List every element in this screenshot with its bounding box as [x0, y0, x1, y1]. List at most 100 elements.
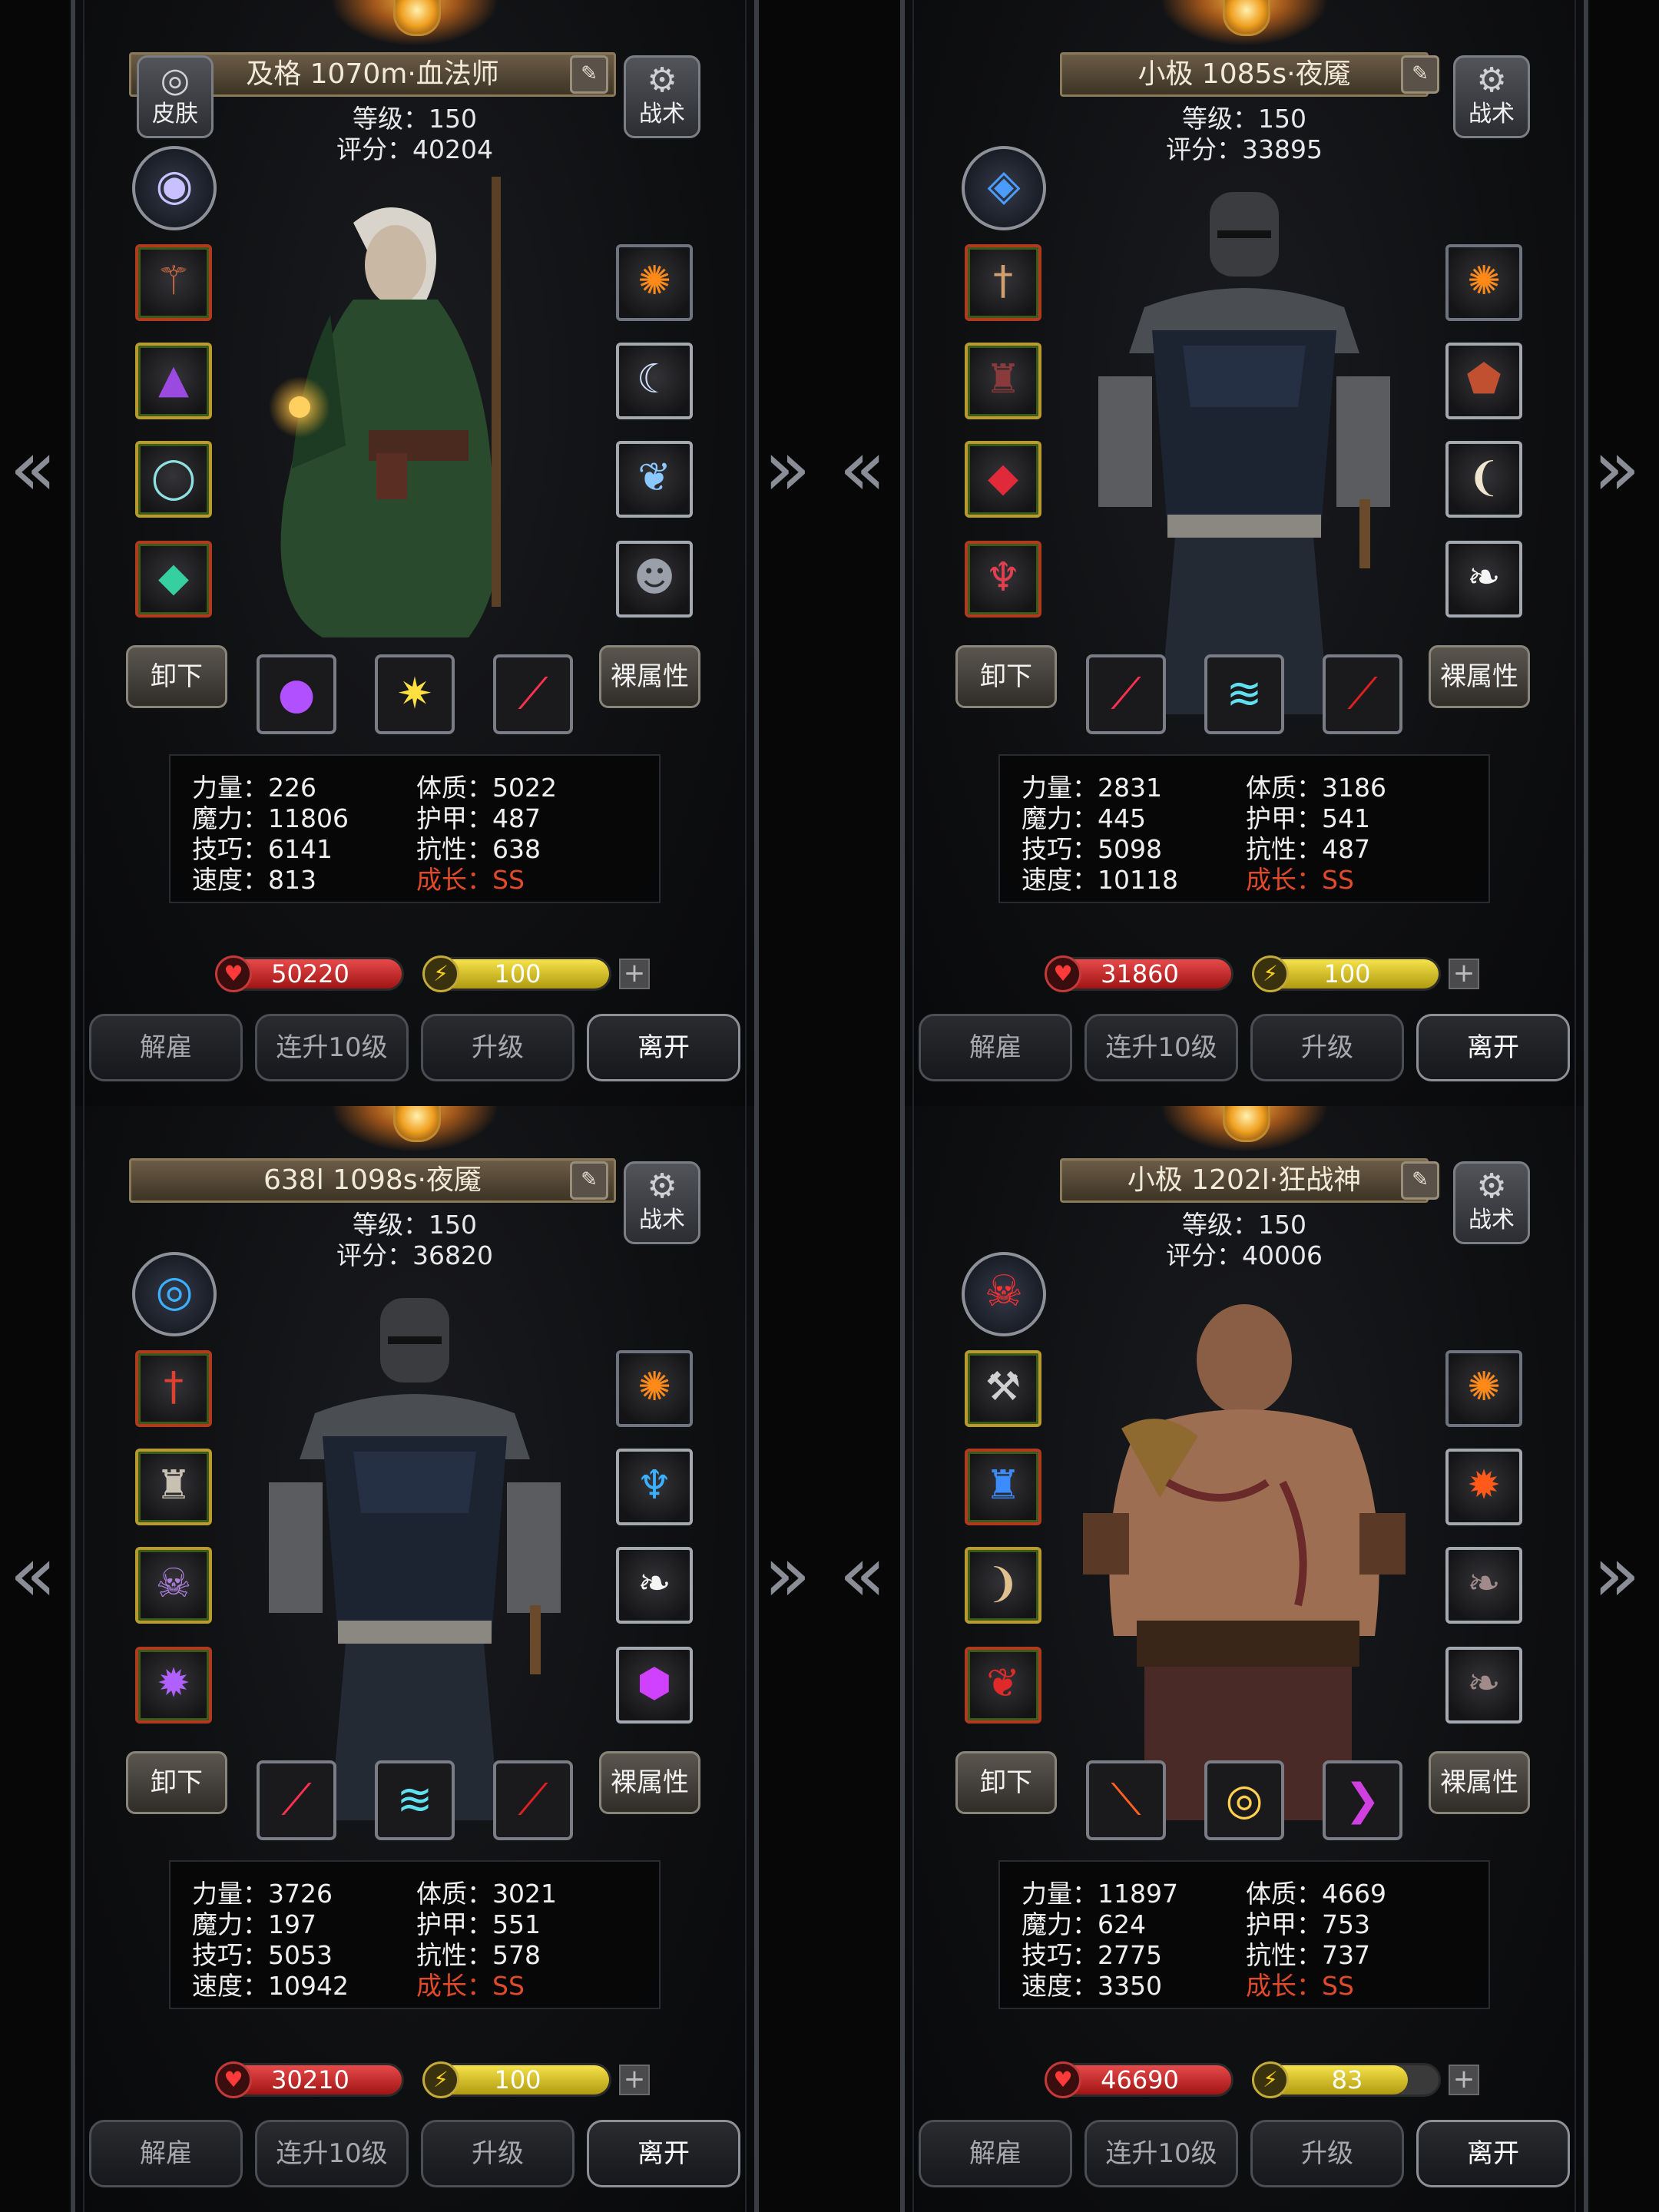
leave-button[interactable]: 离开: [587, 2120, 740, 2187]
upgrade-10-button[interactable]: 连升10级: [255, 1014, 409, 1081]
unload-button[interactable]: 卸下: [126, 1751, 227, 1814]
equip-slot-right-1[interactable]: ✺: [1445, 1350, 1522, 1427]
dismiss-button[interactable]: 解雇: [919, 2120, 1072, 2187]
blue-eye-icon[interactable]: ◈: [962, 146, 1046, 230]
rename-pencil-icon[interactable]: ✎: [570, 1161, 608, 1200]
skill-slot-2[interactable]: ≋: [375, 1760, 455, 1840]
equip-slot-left-2[interactable]: ♜: [965, 1449, 1041, 1525]
unload-button[interactable]: 卸下: [126, 645, 227, 708]
equip-slot-right-3[interactable]: ❧: [616, 1547, 693, 1624]
prev-hero-arrow-icon[interactable]: «: [836, 430, 889, 507]
tactics-button[interactable]: ⚙ 战术: [1453, 55, 1530, 138]
equip-slot-left-4[interactable]: ◆: [135, 541, 212, 618]
naked-attributes-button[interactable]: 裸属性: [599, 1751, 700, 1814]
skill-slot-1[interactable]: ⟋: [1086, 654, 1166, 734]
equip-slot-left-3[interactable]: ☠: [135, 1547, 212, 1624]
skill-slot-3[interactable]: ❯: [1323, 1760, 1402, 1840]
tactics-button[interactable]: ⚙ 战术: [624, 1161, 700, 1244]
equip-slot-left-4[interactable]: ❦: [965, 1647, 1041, 1724]
equip-slot-left-3[interactable]: ◯: [135, 441, 212, 518]
stat-skill: 技巧：5053: [192, 1940, 333, 1970]
tactics-button[interactable]: ⚙ 战术: [624, 55, 700, 138]
equip-slot-left-1[interactable]: ⚚: [135, 244, 212, 321]
add-energy-button[interactable]: +: [619, 2065, 650, 2095]
rename-pencil-icon[interactable]: ✎: [1401, 1161, 1439, 1200]
equip-slot-right-1[interactable]: ✺: [1445, 244, 1522, 321]
rename-pencil-icon[interactable]: ✎: [1401, 55, 1439, 94]
skill-slot-2[interactable]: ◎: [1204, 1760, 1284, 1840]
skill-slot-2[interactable]: ≋: [1204, 654, 1284, 734]
equip-slot-left-4[interactable]: ✹: [135, 1647, 212, 1724]
dismiss-button[interactable]: 解雇: [89, 1014, 243, 1081]
equip-slot-right-4[interactable]: ❧: [1445, 1647, 1522, 1724]
equip-slot-right-2[interactable]: ✹: [1445, 1449, 1522, 1525]
blood-strike-icon: ⟋: [518, 1775, 548, 1825]
unload-button[interactable]: 卸下: [955, 1751, 1057, 1814]
equip-slot-left-4[interactable]: ♆: [965, 541, 1041, 618]
upgrade-10-button[interactable]: 连升10级: [255, 2120, 409, 2187]
equip-slot-right-2[interactable]: ☾: [616, 343, 693, 419]
unload-button[interactable]: 卸下: [955, 645, 1057, 708]
skill-slot-3[interactable]: ⟋: [493, 654, 573, 734]
equip-slot-left-3[interactable]: ❩: [965, 1547, 1041, 1624]
equip-slot-right-3[interactable]: ❦: [616, 441, 693, 518]
equip-slot-left-3[interactable]: ◆: [965, 441, 1041, 518]
equip-slot-left-2[interactable]: ♜: [135, 1449, 212, 1525]
stat-speed: 速度：813: [192, 865, 316, 895]
next-hero-arrow-icon[interactable]: »: [760, 430, 814, 507]
equip-slot-left-1[interactable]: †: [965, 244, 1041, 321]
next-hero-arrow-icon[interactable]: »: [760, 1536, 814, 1613]
naked-attributes-button[interactable]: 裸属性: [1429, 645, 1530, 708]
skill-slot-3[interactable]: ⟋: [1323, 654, 1402, 734]
leave-button[interactable]: 离开: [1416, 1014, 1570, 1081]
skin-button[interactable]: ◎ 皮肤: [137, 55, 214, 138]
dismiss-button[interactable]: 解雇: [89, 2120, 243, 2187]
equip-slot-right-1[interactable]: ✺: [616, 244, 693, 321]
equip-slot-right-3[interactable]: ❨: [1445, 441, 1522, 518]
naked-attributes-button[interactable]: 裸属性: [1429, 1751, 1530, 1814]
equip-slot-left-1[interactable]: †: [135, 1350, 212, 1427]
leave-button[interactable]: 离开: [587, 1014, 740, 1081]
skill-slot-1[interactable]: ⟋: [257, 1760, 336, 1840]
upgrade-button[interactable]: 升级: [1250, 1014, 1404, 1081]
arcane-orb-icon[interactable]: ◉: [132, 146, 217, 230]
add-energy-button[interactable]: +: [1449, 959, 1479, 989]
skill-slot-2[interactable]: ✷: [375, 654, 455, 734]
blue-vortex-icon[interactable]: ◎: [132, 1252, 217, 1336]
equip-slot-left-1[interactable]: ⚒: [965, 1350, 1041, 1427]
equip-slot-right-1[interactable]: ✺: [616, 1350, 693, 1427]
demon-mask-icon[interactable]: ☠: [962, 1252, 1046, 1336]
frost-armor-icon: ♜: [985, 1462, 1022, 1508]
rename-pencil-icon[interactable]: ✎: [570, 55, 608, 94]
tactics-button[interactable]: ⚙ 战术: [1453, 1161, 1530, 1244]
upgrade-button[interactable]: 升级: [421, 2120, 575, 2187]
equip-slot-left-2[interactable]: ▲: [135, 343, 212, 419]
heart-icon: ♥: [1045, 2061, 1081, 2098]
next-hero-arrow-icon[interactable]: »: [1590, 430, 1644, 507]
equip-slot-right-2[interactable]: ⬟: [1445, 343, 1522, 419]
stat-magic: 魔力：197: [192, 1909, 316, 1939]
prev-hero-arrow-icon[interactable]: «: [6, 1536, 60, 1613]
add-energy-button[interactable]: +: [1449, 2065, 1479, 2095]
prev-hero-arrow-icon[interactable]: «: [6, 430, 60, 507]
upgrade-button[interactable]: 升级: [421, 1014, 575, 1081]
next-hero-arrow-icon[interactable]: »: [1590, 1536, 1644, 1613]
equip-slot-right-4[interactable]: ☻: [616, 541, 693, 618]
upgrade-button[interactable]: 升级: [1250, 2120, 1404, 2187]
prev-hero-arrow-icon[interactable]: «: [836, 1536, 889, 1613]
equip-slot-right-4[interactable]: ⬢: [616, 1647, 693, 1724]
upgrade-10-button[interactable]: 连升10级: [1084, 1014, 1238, 1081]
hero-name: 小极 1202l·狂战神: [1127, 1164, 1362, 1196]
equip-slot-right-2[interactable]: ♆: [616, 1449, 693, 1525]
dismiss-button[interactable]: 解雇: [919, 1014, 1072, 1081]
equip-slot-right-4[interactable]: ❧: [1445, 541, 1522, 618]
skill-slot-1[interactable]: ⟍: [1086, 1760, 1166, 1840]
upgrade-10-button[interactable]: 连升10级: [1084, 2120, 1238, 2187]
skill-slot-3[interactable]: ⟋: [493, 1760, 573, 1840]
add-energy-button[interactable]: +: [619, 959, 650, 989]
equip-slot-left-2[interactable]: ♜: [965, 343, 1041, 419]
naked-attributes-button[interactable]: 裸属性: [599, 645, 700, 708]
equip-slot-right-3[interactable]: ❧: [1445, 1547, 1522, 1624]
leave-button[interactable]: 离开: [1416, 2120, 1570, 2187]
skill-slot-1[interactable]: ●: [257, 654, 336, 734]
